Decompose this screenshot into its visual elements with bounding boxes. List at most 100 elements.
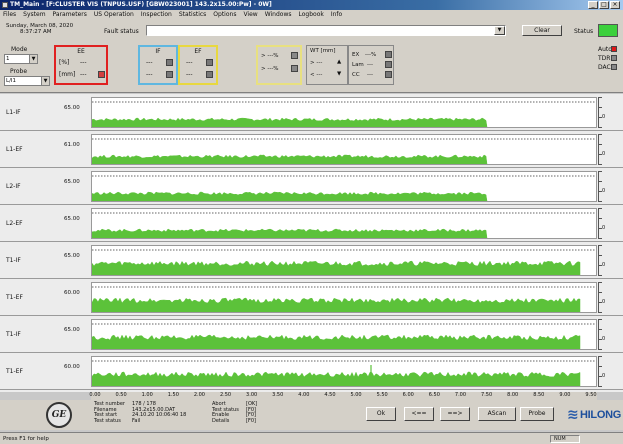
mode-select[interactable]: 1 ▼: [4, 54, 38, 64]
axis-tick-label: 7.50: [481, 392, 493, 398]
probe-select[interactable]: L/I1 ▼: [4, 76, 50, 86]
menu-inspection[interactable]: Inspection: [141, 10, 172, 19]
ascan-button[interactable]: AScan: [478, 407, 516, 421]
test-status-value: Fail: [132, 417, 141, 424]
channel-plot[interactable]: [91, 134, 597, 165]
channel-name: T1-IF: [6, 331, 21, 338]
axis-tick-label: 6.00: [402, 392, 414, 398]
menu-statistics[interactable]: Statistics: [179, 10, 206, 19]
hilong-logo: ≋ HILONG: [567, 404, 621, 426]
maximize-button[interactable]: □: [599, 1, 609, 9]
channel-threshold: 65.00: [64, 105, 80, 111]
scale-label: 0: [602, 225, 606, 231]
scale-tick: [599, 319, 602, 320]
menu-files[interactable]: Files: [3, 10, 16, 19]
channel-plot[interactable]: [91, 319, 597, 350]
axis-tick-label: 3.00: [246, 392, 258, 398]
menu-info[interactable]: Info: [331, 10, 342, 19]
ex-value: ---%: [365, 52, 377, 58]
channel-row: L1-EF 61.00 0: [0, 131, 623, 168]
wt-row-2: < ---: [310, 72, 323, 78]
close-button[interactable]: ×: [610, 1, 620, 9]
title-bar: TM_Main - [F:CLUSTER VIS (TNPUS.USF) [GB…: [0, 0, 623, 10]
channel-threshold: 60.00: [64, 364, 80, 370]
menu-system[interactable]: System: [23, 10, 45, 19]
cc-indicator-icon: [385, 71, 392, 78]
scale-tick: [599, 97, 602, 98]
channel-name: L2-IF: [6, 183, 21, 190]
next-button[interactable]: ==>: [440, 407, 470, 421]
minimize-button[interactable]: _: [588, 1, 598, 9]
scale-label: 0: [602, 188, 606, 194]
channel-row: L2-EF 65.00 0: [0, 205, 623, 242]
clear-button[interactable]: Clear: [522, 25, 562, 36]
mode-label: Mode: [11, 46, 28, 53]
scale-tick: [599, 164, 602, 165]
wt-row-1: > ---: [310, 60, 323, 66]
scale-tick: [599, 201, 602, 202]
menu-view[interactable]: View: [243, 10, 257, 19]
position-axis: 0.00 0.50 1.00 1.50 2.00 2.50 3.00 3.50 4.00 4.50…: [89, 392, 597, 400]
num-lock-indicator: NUM: [550, 435, 580, 443]
app-icon: [2, 2, 8, 8]
channel-plot[interactable]: [91, 208, 597, 239]
scale-tick: [599, 356, 602, 357]
mode-indicators: Auto TDR DAC: [598, 46, 618, 76]
probe-button[interactable]: Probe: [520, 407, 554, 421]
hilong-logo-text: HILONG: [580, 409, 621, 421]
axis-tick-label: 8.00: [507, 392, 519, 398]
channel-plot[interactable]: [91, 245, 597, 276]
scale-tick: [599, 181, 602, 182]
axis-tick-label: 4.00: [298, 392, 310, 398]
channel-row: T1-IF 65.00 0: [0, 242, 623, 279]
channel-plot[interactable]: [91, 356, 597, 387]
tdr-label: TDR: [598, 55, 611, 62]
fault-dropdown-arrow-icon[interactable]: ▼: [494, 26, 505, 35]
menu-us-operation[interactable]: US Operation: [94, 10, 134, 19]
channel-strip-charts: L1-IF 65.00 0 L1-EF 61.00 0 L2-IF 65.00 0 L2-EF 65…: [0, 94, 623, 392]
fault-status-field[interactable]: [146, 25, 506, 36]
tdr-indicator[interactable]: [611, 55, 617, 61]
channel-name: T1-EF: [6, 294, 23, 301]
menu-parameters[interactable]: Parameters: [53, 10, 87, 19]
ok-button[interactable]: Ok: [366, 407, 396, 421]
date-time: Sunday, March 08, 2020 8:37:27 AM: [6, 23, 73, 35]
details-value: [F0]: [246, 417, 256, 424]
channel-row: T1-IF 65.00 0: [0, 316, 623, 353]
scale-label: 0: [602, 336, 606, 342]
menu-bar: Files System Parameters US Operation Ins…: [0, 10, 623, 19]
ee-alarm-icon: [98, 71, 105, 78]
channel-plot[interactable]: [91, 97, 597, 128]
dac-indicator[interactable]: [611, 64, 617, 70]
wall-thickness-group: WT [mm] > --- ▲ < --- ▼: [306, 45, 348, 85]
scale-tick: [599, 144, 602, 145]
probe-label: Probe: [10, 68, 28, 75]
fault-status-label: Fault status: [104, 28, 139, 35]
axis-tick-label: 3.50: [272, 392, 284, 398]
ef-group: EF --- ---: [178, 45, 218, 85]
scale-tick: [599, 292, 602, 293]
axis-tick-label: 5.50: [376, 392, 388, 398]
channel-name: T1-IF: [6, 257, 21, 264]
channel-row: T1-EF 60.00 0: [0, 279, 623, 316]
menu-logbook[interactable]: Logbook: [299, 10, 324, 19]
previous-button[interactable]: <==: [404, 407, 434, 421]
if-indicator-icon: [166, 71, 173, 78]
menu-options[interactable]: Options: [213, 10, 236, 19]
ee-group: EE [%] --- [mm] ---: [54, 45, 108, 85]
channel-scale: 0: [598, 208, 620, 239]
signal-trace: [92, 154, 488, 164]
test-info-labels-1: Test number Filename Test start Test sta…: [94, 401, 125, 424]
pct-row-2: > ---%: [261, 66, 279, 72]
scale-tick: [599, 127, 602, 128]
channel-scale: 0: [598, 245, 620, 276]
axis-tick-label: 5.00: [350, 392, 362, 398]
channel-plot[interactable]: [91, 282, 597, 313]
auto-indicator[interactable]: [611, 46, 617, 52]
channel-plot[interactable]: [91, 171, 597, 202]
if-group: IF --- ---: [138, 45, 178, 85]
axis-tick-label: 0.00: [89, 392, 101, 398]
menu-windows[interactable]: Windows: [265, 10, 292, 19]
axis-tick-label: 0.50: [115, 392, 127, 398]
axis-tick-label: 1.50: [167, 392, 179, 398]
